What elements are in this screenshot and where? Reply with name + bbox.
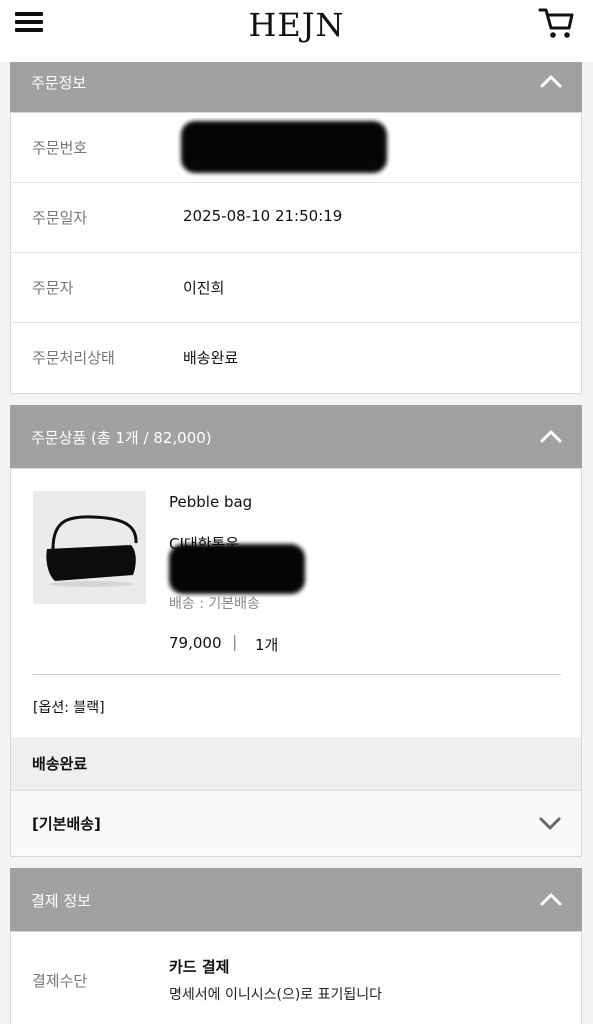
order-status-label: 주문처리상태	[32, 349, 115, 367]
brand-logo[interactable]: HEJN	[0, 6, 593, 44]
payment-title: 결제 정보	[31, 892, 91, 910]
payment-note: 명세서에 이니시스(으)로 표기됩니다	[169, 987, 383, 1003]
price-qty-separator: |	[232, 632, 238, 651]
order-status-value: 배송완료	[183, 349, 239, 367]
payment-method-value: 카드 결제	[169, 958, 230, 976]
payment-header[interactable]: 결제 정보	[10, 868, 582, 931]
chevron-up-icon[interactable]	[540, 74, 562, 88]
order-info-title: 주문정보	[31, 74, 87, 92]
product-name[interactable]: Pebble bag	[169, 493, 252, 511]
delivery-status-bar: 배송완료	[11, 737, 581, 791]
order-number-label: 주문번호	[32, 139, 88, 157]
delivery-type-label: [기본배송]	[32, 815, 101, 833]
order-info-table: 주문번호 주문일자 2025-08-10 21:50:19 주문자 이진희 주문…	[10, 112, 582, 394]
chevron-up-icon[interactable]	[540, 429, 562, 443]
order-number-row: 주문번호	[11, 113, 581, 183]
product-quantity: 1개	[255, 636, 279, 654]
shipping-method: 배송 : 기본배송	[169, 596, 260, 612]
payment-method-label: 결제수단	[32, 972, 88, 990]
order-items-title: 주문상품 (총 1개 / 82,000)	[31, 429, 212, 447]
chevron-down-icon[interactable]	[539, 817, 561, 831]
chevron-up-icon[interactable]	[540, 892, 562, 906]
order-items-header[interactable]: 주문상품 (총 1개 / 82,000)	[10, 405, 582, 468]
redaction-mark	[169, 544, 305, 594]
order-date-row: 주문일자 2025-08-10 21:50:19	[11, 183, 581, 253]
app-header: HEJN	[0, 0, 593, 62]
divider	[33, 674, 561, 675]
order-date-label: 주문일자	[32, 209, 88, 227]
product-price: 79,000	[169, 634, 222, 652]
orderer-label: 주문자	[32, 279, 74, 297]
orderer-row: 주문자 이진희	[11, 253, 581, 323]
payment-box: 결제수단 카드 결제 명세서에 이니시스(으)로 표기됩니다	[10, 931, 582, 1024]
order-items-box: Pebble bag CJ대한통운 배송 : 기본배송 79,000 | 1개 …	[10, 468, 582, 857]
order-status-row: 주문처리상태 배송완료	[11, 323, 581, 393]
product-image[interactable]	[33, 491, 146, 604]
order-date-value: 2025-08-10 21:50:19	[183, 207, 343, 225]
order-info-header[interactable]: 주문정보	[10, 62, 582, 112]
redaction-mark	[181, 121, 387, 173]
delivery-type-toggle[interactable]: [기본배송]	[11, 791, 581, 855]
cart-icon[interactable]	[538, 6, 574, 40]
delivery-status: 배송완료	[32, 755, 88, 773]
product-option: [옵션: 블랙]	[33, 700, 105, 716]
orderer-value: 이진희	[183, 279, 225, 297]
